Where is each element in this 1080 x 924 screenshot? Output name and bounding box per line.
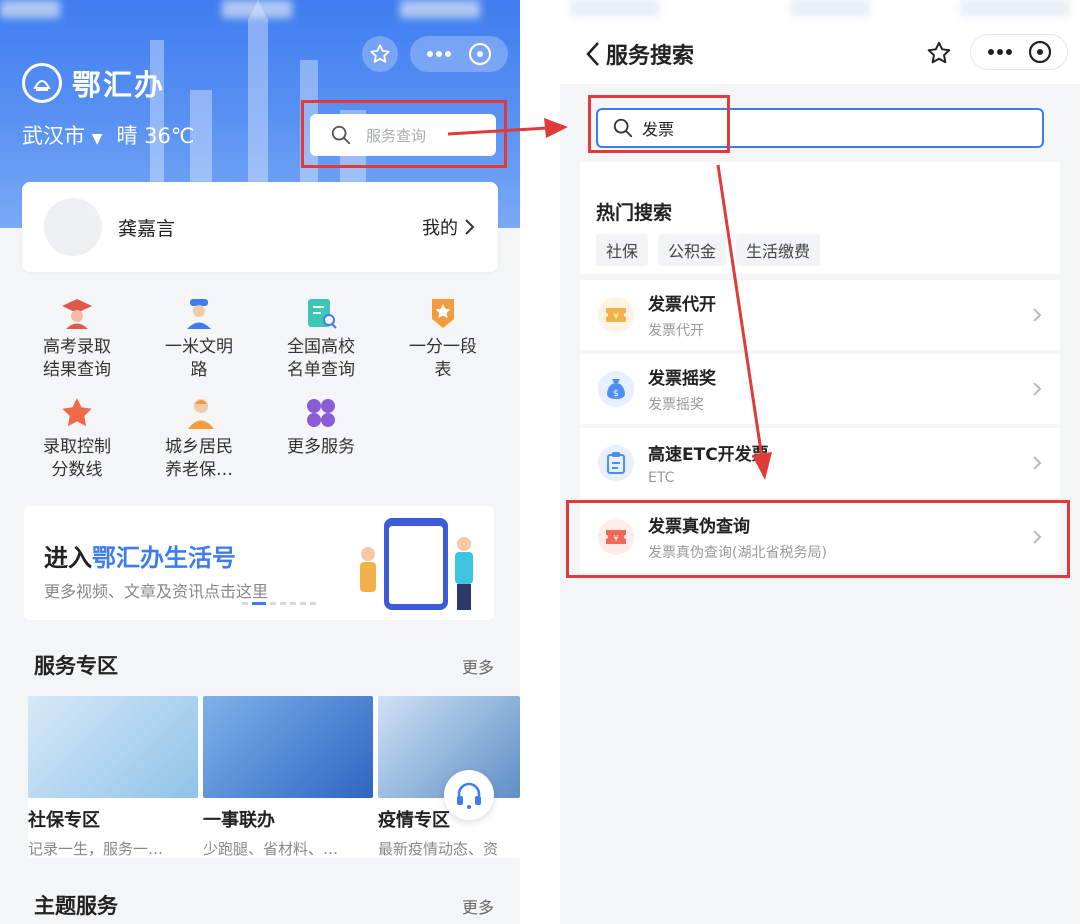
service-item-civility[interactable]: 一米文明 路 bbox=[144, 296, 254, 382]
elder-icon bbox=[188, 399, 214, 429]
officer-icon bbox=[187, 299, 211, 329]
service-item-gaokao[interactable]: 高考录取 结果查询 bbox=[22, 296, 132, 382]
app-name: 鄂汇办 bbox=[72, 68, 166, 102]
page-title: 服务搜索 bbox=[606, 44, 695, 69]
highlight-search-input bbox=[588, 95, 730, 153]
avatar bbox=[44, 198, 102, 256]
chip-utilities[interactable]: 生活缴费 bbox=[736, 234, 821, 266]
star-icon bbox=[62, 398, 92, 427]
highlight-invoice-verify bbox=[566, 500, 1070, 578]
result-invoice-lottery[interactable]: $ 发票摇奖 发票摇奖 bbox=[580, 354, 1060, 424]
chip-housing-fund[interactable]: 公积金 bbox=[658, 234, 727, 266]
miniprogram-capsule bbox=[410, 36, 508, 72]
card-epidemic[interactable]: 疫情专区 最新疫情动态、资 bbox=[378, 696, 520, 859]
section-title-service: 服务专区 bbox=[34, 654, 118, 678]
caret-down-icon: ▼ bbox=[91, 131, 103, 147]
chip-social-security[interactable]: 社保 bbox=[596, 234, 649, 266]
graduate-icon bbox=[62, 299, 92, 329]
section-title-theme: 主题服务 bbox=[34, 894, 118, 918]
screenshot-root: 鄂汇办 武汉市 ▼ 晴 36℃ 服务查询 龚嘉言 我的 高考录取 结果查询 一米… bbox=[0, 0, 1080, 924]
ticket-icon: ¥ bbox=[598, 297, 634, 333]
life-account-banner[interactable]: 进入鄂汇办生活号 更多视频、文章及资讯点击这里 bbox=[24, 506, 494, 620]
service-item-universities[interactable]: 全国高校 名单查询 bbox=[266, 296, 376, 382]
city-selector[interactable]: 武汉市 ▼ bbox=[22, 120, 102, 150]
banner-subtitle: 更多视频、文章及资讯点击这里 bbox=[44, 582, 269, 601]
service-item-cutoff[interactable]: 录取控制 分数线 bbox=[22, 396, 132, 482]
service-item-more[interactable]: 更多服务 bbox=[266, 396, 376, 459]
more-link-service[interactable]: 更多 bbox=[462, 654, 494, 678]
service-cards: 社保专区 记录一生，服务一… 一事联办 少跑腿、省材料、… 疫情专区 最新疫情动… bbox=[28, 696, 520, 858]
grid-icon bbox=[307, 399, 335, 427]
more-dots-icon[interactable] bbox=[426, 50, 452, 58]
miniprogram-capsule bbox=[970, 34, 1068, 70]
chevron-right-icon bbox=[1033, 456, 1042, 470]
home-screen: 鄂汇办 武汉市 ▼ 晴 36℃ 服务查询 龚嘉言 我的 高考录取 结果查询 一米… bbox=[0, 0, 520, 924]
money-bag-icon: $ bbox=[598, 371, 634, 407]
star-outline-icon bbox=[370, 44, 390, 63]
star-badge-icon bbox=[432, 299, 454, 328]
svg-text:$: $ bbox=[613, 389, 619, 399]
card-social-security[interactable]: 社保专区 记录一生，服务一… bbox=[28, 696, 198, 859]
svg-text:¥: ¥ bbox=[613, 312, 618, 321]
user-card[interactable]: 龚嘉言 我的 bbox=[22, 182, 498, 272]
banner-title: 进入鄂汇办生活号 bbox=[44, 544, 236, 572]
app-logo: 鄂汇办 bbox=[22, 62, 165, 104]
chevron-right-icon bbox=[465, 219, 475, 235]
star-outline-icon[interactable] bbox=[926, 40, 952, 66]
card-joint-office[interactable]: 一事联办 少跑腿、省材料、… bbox=[203, 696, 373, 859]
phone-illustration bbox=[360, 518, 473, 610]
highlight-search-box bbox=[301, 100, 507, 168]
search-screen: 服务搜索 发票 热门搜索 社保 公积金 生活缴费 ¥ 发票代开 发票代开 $ 发… bbox=[560, 0, 1080, 924]
chevron-right-icon bbox=[1033, 382, 1042, 396]
more-link-theme[interactable]: 更多 bbox=[462, 894, 494, 918]
more-dots-icon[interactable] bbox=[987, 48, 1013, 56]
service-item-pension[interactable]: 城乡居民 养老保… bbox=[144, 396, 254, 482]
card-image bbox=[28, 696, 198, 798]
favorite-button[interactable] bbox=[362, 36, 398, 72]
service-item-score-table[interactable]: 一分一段 表 bbox=[388, 296, 498, 382]
close-circle-icon[interactable] bbox=[468, 42, 492, 66]
location-weather: 武汉市 ▼ 晴 36℃ bbox=[22, 120, 194, 150]
weather-text: 晴 36℃ bbox=[116, 124, 195, 148]
hot-search-panel: 热门搜索 社保 公积金 生活缴费 bbox=[580, 162, 1060, 274]
emblem-icon bbox=[22, 63, 62, 103]
chevron-right-icon bbox=[1033, 308, 1042, 322]
result-etc-invoice[interactable]: 高速ETC开发票 ETC bbox=[580, 428, 1060, 498]
customer-service-button[interactable] bbox=[444, 770, 494, 820]
my-profile-link[interactable]: 我的 bbox=[422, 214, 476, 240]
clipboard-icon bbox=[598, 445, 634, 481]
hot-search-chips: 社保 公积金 生活缴费 bbox=[596, 234, 821, 266]
hot-search-title: 热门搜索 bbox=[596, 202, 673, 224]
chevron-left-icon bbox=[586, 42, 599, 66]
headset-icon bbox=[457, 782, 481, 809]
result-invoice-issue[interactable]: ¥ 发票代开 发票代开 bbox=[580, 280, 1060, 350]
nav-bar: 服务搜索 bbox=[560, 0, 1080, 84]
back-button[interactable]: 服务搜索 bbox=[584, 38, 694, 70]
close-circle-icon[interactable] bbox=[1028, 40, 1052, 64]
card-image bbox=[203, 696, 373, 798]
document-search-icon bbox=[308, 299, 337, 329]
user-name: 龚嘉言 bbox=[118, 217, 176, 240]
carousel-dots bbox=[242, 602, 316, 605]
